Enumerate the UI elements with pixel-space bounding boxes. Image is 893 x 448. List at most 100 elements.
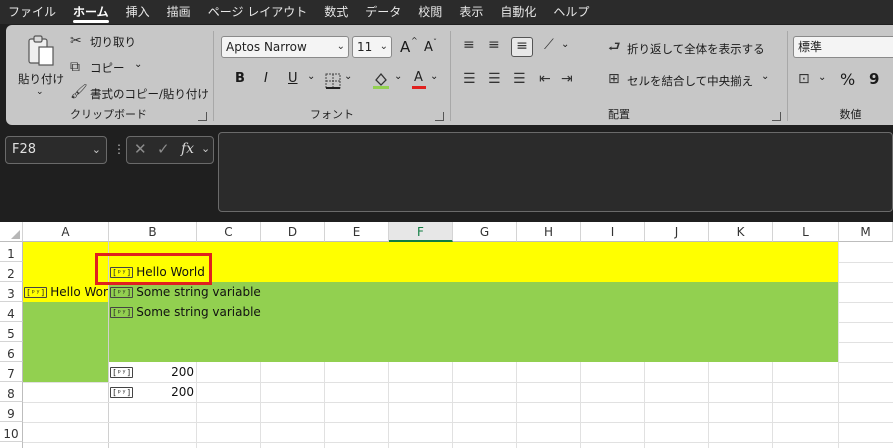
menu-file[interactable]: ファイル: [0, 0, 65, 24]
alignment-group-label: 配置: [608, 108, 630, 121]
align-top-icon[interactable]: ≡: [463, 37, 475, 53]
column-header-i[interactable]: I: [581, 222, 645, 242]
underline-button[interactable]: U: [288, 71, 298, 86]
percent-button[interactable]: %: [840, 70, 855, 89]
column-header-l[interactable]: L: [773, 222, 839, 242]
insert-function-button[interactable]: fx: [181, 141, 194, 157]
alignment-launcher-icon[interactable]: [772, 112, 781, 121]
cell-b3-value: Some string variable: [136, 285, 261, 299]
bold-button[interactable]: B: [235, 71, 245, 86]
cancel-icon[interactable]: ✕: [134, 140, 147, 158]
merge-dropdown-icon[interactable]: ⌄: [761, 71, 769, 82]
wrap-text-button[interactable]: 折り返して全体を表示する: [627, 41, 765, 57]
data-type-icon[interactable]: [ᵖʸ]: [110, 366, 134, 378]
cell-b7-value: 200: [171, 365, 194, 379]
row-header-2[interactable]: 2: [0, 262, 23, 282]
decrease-indent-icon[interactable]: ⇤: [539, 71, 551, 87]
name-box[interactable]: F28 ⌄: [5, 136, 107, 164]
menu-view[interactable]: 表示: [451, 0, 492, 24]
font-launcher-icon[interactable]: [435, 112, 444, 121]
row-header-4[interactable]: 4: [0, 302, 23, 322]
font-name-select[interactable]: Aptos Narrow ⌄: [221, 36, 349, 58]
chevron-down-icon[interactable]: ⌄: [201, 142, 210, 155]
align-bottom-icon[interactable]: ≡: [511, 37, 533, 57]
row-header-3[interactable]: 3: [0, 282, 23, 302]
font-color-button[interactable]: A: [414, 70, 423, 85]
highlight-box-b2: [95, 253, 212, 285]
formula-input[interactable]: [218, 132, 893, 212]
data-type-icon[interactable]: [ᵖʸ]: [110, 386, 134, 398]
clipboard-launcher-icon[interactable]: [198, 112, 207, 121]
orientation-icon[interactable]: ⟋: [544, 37, 554, 53]
data-type-icon[interactable]: [ᵖʸ]: [110, 306, 134, 318]
menu-data[interactable]: データ: [357, 0, 410, 24]
cell-b7[interactable]: [ᵖʸ] 200: [110, 362, 194, 382]
font-size-select[interactable]: 11 ⌄: [352, 36, 392, 58]
column-header-j[interactable]: J: [645, 222, 709, 242]
menu-help[interactable]: ヘルプ: [545, 0, 598, 24]
cut-button[interactable]: 切り取り: [90, 34, 136, 50]
format-painter-button[interactable]: 書式のコピー/貼り付け: [90, 86, 209, 102]
column-header-e[interactable]: E: [325, 222, 389, 242]
menu-insert[interactable]: 挿入: [118, 0, 159, 24]
cell-b4[interactable]: [ᵖʸ] Some string variable: [110, 302, 261, 322]
column-header-c[interactable]: C: [197, 222, 261, 242]
currency-dropdown-icon[interactable]: ⌄: [818, 72, 826, 83]
row-header-6[interactable]: 6: [0, 342, 23, 362]
cell-a3[interactable]: [ᵖʸ] Hello Worl: [24, 282, 108, 302]
column-header-g[interactable]: G: [453, 222, 517, 242]
merge-center-button[interactable]: セルを結合して中央揃え: [627, 73, 753, 89]
select-all-button[interactable]: [0, 222, 23, 242]
menu-automate[interactable]: 自動化: [492, 0, 545, 24]
cell-b3[interactable]: [ᵖʸ] Some string variable: [110, 282, 261, 302]
font-color-dropdown-icon[interactable]: ⌄: [430, 71, 438, 82]
shrink-font-button[interactable]: A: [424, 40, 433, 55]
row-header-9[interactable]: 9: [0, 402, 23, 422]
row-header-7[interactable]: 7: [0, 362, 23, 382]
align-right-icon[interactable]: ☰: [513, 71, 526, 87]
italic-button[interactable]: I: [264, 71, 268, 86]
copy-button[interactable]: コピー: [90, 60, 125, 76]
copy-dropdown-icon[interactable]: ⌄: [134, 59, 142, 70]
menu-draw[interactable]: 描画: [159, 0, 200, 24]
fill-color-icon[interactable]: [372, 71, 390, 89]
format-painter-icon: 🖌: [70, 84, 88, 100]
name-box-value: F28: [12, 142, 37, 157]
column-header-h[interactable]: H: [517, 222, 581, 242]
row-header-11[interactable]: 11: [0, 442, 23, 448]
currency-icon[interactable]: ⊡: [798, 71, 810, 87]
increase-indent-icon[interactable]: ⇥: [561, 71, 573, 87]
more-options-icon[interactable]: ⋮: [113, 142, 125, 156]
align-left-icon[interactable]: ☰: [463, 71, 476, 87]
paste-button[interactable]: 貼り付け ⌄: [14, 31, 64, 101]
enter-icon[interactable]: ✓: [157, 140, 170, 158]
row-header-5[interactable]: 5: [0, 322, 23, 342]
row-header-10[interactable]: 10: [0, 422, 23, 442]
grow-font-button[interactable]: A: [400, 38, 410, 56]
column-header-a[interactable]: A: [23, 222, 109, 242]
column-header-b[interactable]: B: [109, 222, 197, 242]
orientation-dropdown-icon[interactable]: ⌄: [561, 39, 569, 50]
menu-formulas[interactable]: 数式: [316, 0, 357, 24]
row-header-8[interactable]: 8: [0, 382, 23, 402]
column-header-k[interactable]: K: [709, 222, 773, 242]
underline-dropdown-icon[interactable]: ⌄: [307, 71, 315, 82]
align-middle-icon[interactable]: ≡: [488, 37, 500, 53]
comma-button[interactable]: 9: [869, 70, 879, 88]
menu-review[interactable]: 校閲: [410, 0, 451, 24]
font-name-value: Aptos Narrow: [226, 40, 307, 54]
menu-home[interactable]: ホーム: [65, 0, 118, 24]
row-header-1[interactable]: 1: [0, 242, 23, 262]
column-header-d[interactable]: D: [261, 222, 325, 242]
borders-dropdown-icon[interactable]: ⌄: [344, 71, 352, 82]
borders-icon[interactable]: [325, 73, 341, 89]
data-type-icon[interactable]: [ᵖʸ]: [110, 286, 134, 298]
number-format-select[interactable]: 標準: [793, 36, 893, 58]
cell-b8[interactable]: [ᵖʸ] 200: [110, 382, 194, 402]
column-header-f[interactable]: F: [389, 222, 453, 242]
fill-color-dropdown-icon[interactable]: ⌄: [394, 71, 402, 82]
align-center-icon[interactable]: ☰: [488, 71, 501, 87]
menu-page-layout[interactable]: ページ レイアウト: [200, 0, 317, 24]
column-header-m[interactable]: M: [839, 222, 893, 242]
data-type-icon[interactable]: [ᵖʸ]: [24, 286, 48, 298]
